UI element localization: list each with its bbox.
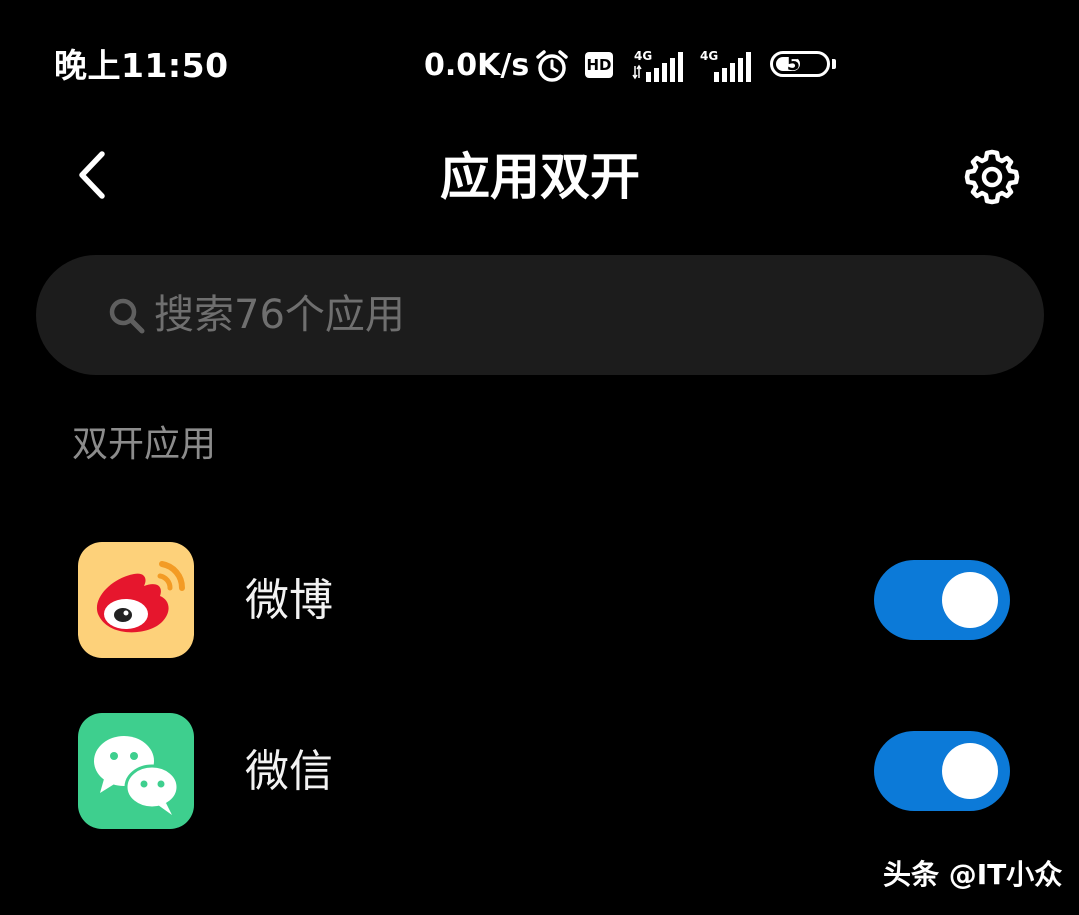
list-item-weibo[interactable]: 微博 <box>0 515 1079 685</box>
alarm-icon <box>534 44 570 88</box>
list-item-wechat[interactable]: 微信 <box>0 686 1079 856</box>
toggle-knob <box>942 743 998 799</box>
signal-icon: 4G <box>630 44 688 88</box>
search-bar[interactable] <box>36 255 1044 375</box>
weibo-dual-toggle[interactable] <box>874 560 1010 640</box>
search-input[interactable] <box>154 292 854 338</box>
chevron-left-icon <box>79 151 105 199</box>
battery-icon: 51 <box>770 51 830 77</box>
search-icon <box>109 298 145 334</box>
hd-icon: HD <box>585 52 613 78</box>
wechat-dual-toggle[interactable] <box>874 731 1010 811</box>
app-name: 微信 <box>245 746 333 797</box>
back-button[interactable] <box>62 145 122 205</box>
gear-icon <box>964 149 1020 205</box>
toggle-knob <box>942 572 998 628</box>
svg-text:4G: 4G <box>700 49 718 63</box>
weibo-icon <box>78 542 194 658</box>
signal-icon: 4G <box>698 44 756 88</box>
network-speed: 0.0K/s <box>424 48 530 83</box>
battery-tip <box>832 59 836 69</box>
battery-level: 51 <box>786 52 814 75</box>
svg-text:4G: 4G <box>634 49 652 63</box>
wechat-icon <box>78 713 194 829</box>
watermark: 头条 @IT小众 <box>883 858 1063 891</box>
page-title: 应用双开 <box>440 148 640 206</box>
settings-button[interactable] <box>960 145 1024 209</box>
section-title: 双开应用 <box>72 424 217 465</box>
status-time: 晚上11:50 <box>54 46 229 85</box>
app-name: 微博 <box>245 575 333 626</box>
